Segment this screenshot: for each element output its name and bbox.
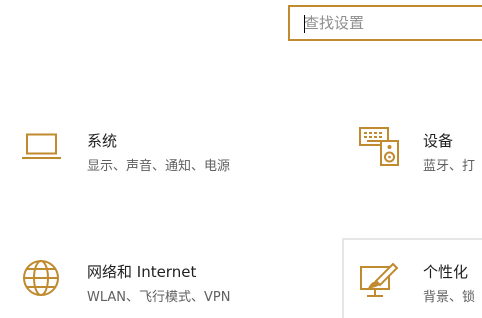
category-title: 设备: [423, 132, 454, 150]
category-title: 网络和 Internet: [87, 263, 197, 281]
search-box[interactable]: [288, 5, 482, 41]
category-subtitle: WLAN、飞行模式、VPN: [87, 290, 231, 305]
globe-icon: [21, 258, 61, 302]
category-tile-system[interactable]: 系统 显示、声音、通知、电源: [0, 105, 330, 205]
category-subtitle: 背景、锁: [423, 290, 476, 305]
paintbrush-icon: [359, 261, 401, 305]
category-tile-personalization[interactable]: 个性化 背景、锁: [342, 238, 482, 318]
text-caret: [304, 15, 305, 33]
category-subtitle: 蓝牙、打: [423, 159, 476, 174]
keyboard-speaker-icon: [359, 127, 401, 171]
category-title: 个性化: [423, 263, 469, 281]
category-title: 系统: [87, 132, 118, 150]
laptop-icon: [22, 133, 62, 165]
category-tile-devices[interactable]: 设备 蓝牙、打: [342, 105, 482, 205]
category-tile-network[interactable]: 网络和 Internet WLAN、飞行模式、VPN: [0, 238, 330, 318]
category-subtitle: 显示、声音、通知、电源: [87, 159, 231, 174]
search-input[interactable]: [290, 7, 482, 39]
